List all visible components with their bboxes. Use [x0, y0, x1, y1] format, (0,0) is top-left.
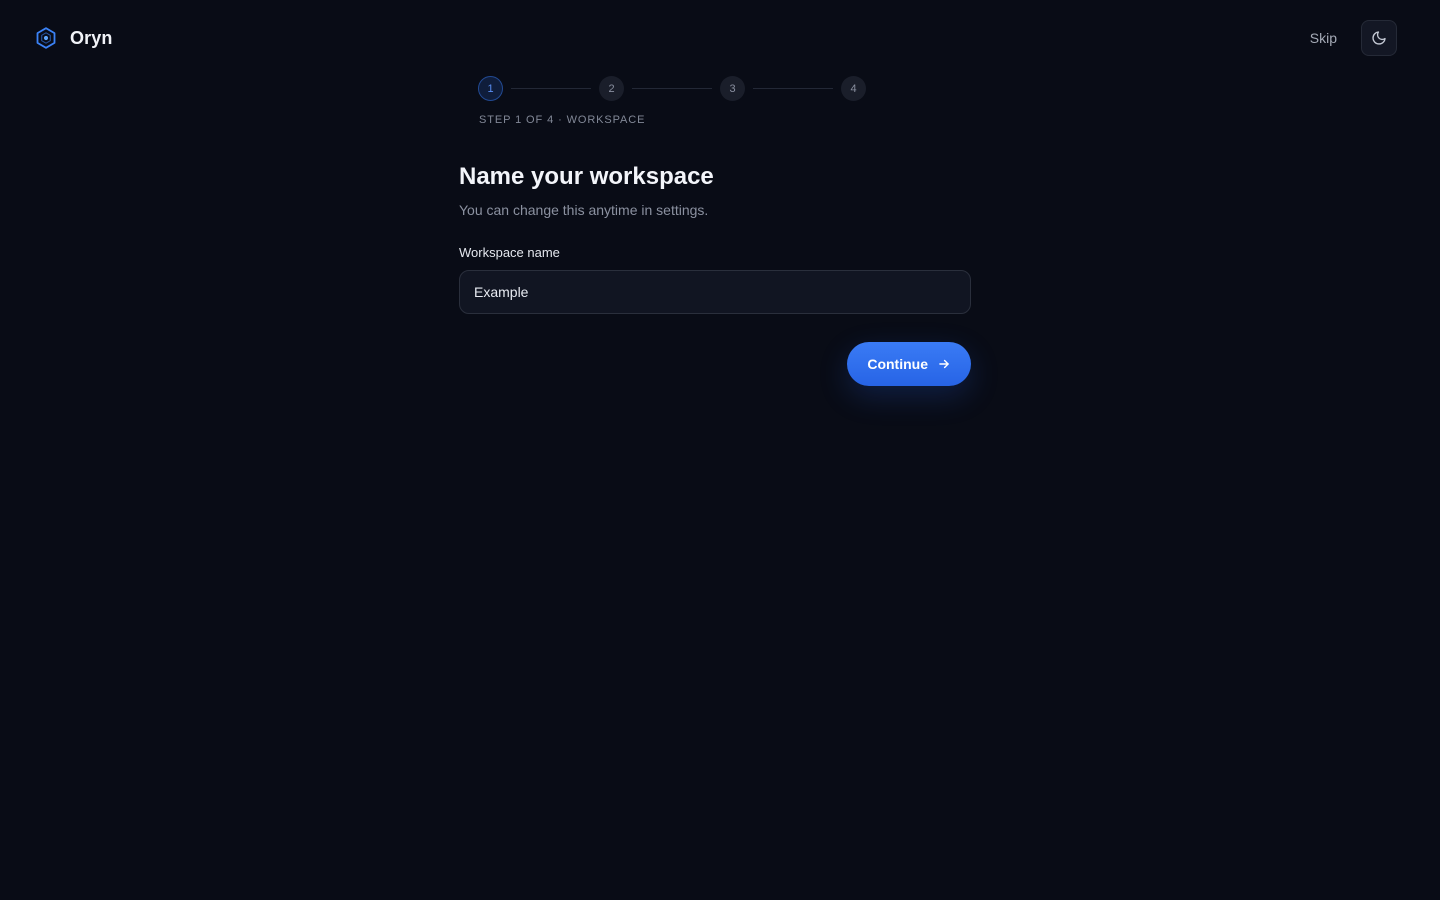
workspace-name-input[interactable] — [460, 271, 970, 313]
progress-stepper: 1 2 3 4 — [478, 76, 866, 101]
workspace-name-input-wrapper — [459, 270, 971, 314]
step-2: 2 — [599, 76, 624, 101]
skip-link[interactable]: Skip — [1310, 30, 1337, 46]
moon-icon — [1372, 31, 1386, 45]
arrow-right-icon — [939, 359, 949, 369]
continue-button[interactable]: Continue — [847, 342, 971, 386]
brand: Oryn — [34, 24, 112, 52]
step-connector — [632, 88, 712, 89]
hexagon-logo-icon — [36, 27, 56, 49]
step-connector — [753, 88, 833, 89]
form-actions: Continue — [459, 342, 971, 386]
step-connector — [511, 88, 591, 89]
brand-name: Oryn — [70, 27, 113, 48]
onboarding-page: Oryn Skip 1 2 3 4 STEP 1 OF 4 · WORKSPAC… — [0, 0, 1440, 900]
step-3: 3 — [720, 76, 745, 101]
page-title: Name your workspace — [459, 163, 714, 190]
step-1: 1 — [478, 76, 503, 101]
continue-label: Continue — [867, 356, 928, 372]
theme-toggle-button[interactable] — [1361, 20, 1397, 56]
workspace-name-label: Workspace name — [459, 245, 560, 260]
step-4: 4 — [841, 76, 866, 101]
step-caption: STEP 1 OF 4 · WORKSPACE — [479, 114, 646, 126]
header-actions: Skip — [1310, 20, 1397, 56]
workspace-form: Name your workspace You can change this … — [459, 161, 971, 386]
page-subtitle: You can change this anytime in settings. — [459, 202, 709, 218]
